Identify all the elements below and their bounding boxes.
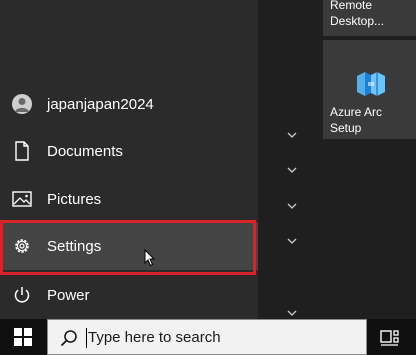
start-menu-left-rail: japanjapan2024 Documents Pictures Settin… <box>0 0 258 319</box>
taskbar: Type here to search <box>0 319 416 355</box>
user-name-label: japanjapan2024 <box>47 95 154 113</box>
gear-icon <box>12 236 32 256</box>
start-power[interactable]: Power <box>0 271 258 319</box>
tile-remote-desktop[interactable]: Remote Desktop... <box>323 0 416 36</box>
start-button[interactable] <box>0 319 46 355</box>
settings-label: Settings <box>47 237 102 255</box>
pictures-label: Pictures <box>47 190 102 208</box>
app-list <box>258 0 323 319</box>
pictures-icon <box>12 189 32 209</box>
chevron-down-icon[interactable] <box>286 202 298 210</box>
power-icon <box>12 285 32 305</box>
search-placeholder: Type here to search <box>88 329 221 346</box>
start-tiles-area: Remote Desktop... Azure Arc Setup <box>323 0 416 319</box>
start-user-account[interactable]: japanjapan2024 <box>0 80 258 128</box>
start-pictures[interactable]: Pictures <box>0 175 258 223</box>
task-view-button[interactable] <box>375 319 405 355</box>
azure-arc-logo-icon <box>357 72 385 96</box>
chevron-down-icon[interactable] <box>286 309 298 317</box>
document-icon <box>12 141 32 161</box>
documents-label: Documents <box>47 142 123 160</box>
taskbar-search-box[interactable]: Type here to search <box>47 319 367 355</box>
tile-azure-arc-setup[interactable]: Azure Arc Setup <box>323 40 416 139</box>
start-settings[interactable]: Settings <box>0 222 258 270</box>
search-icon <box>60 330 77 347</box>
user-avatar-icon <box>12 94 32 114</box>
power-label: Power <box>47 286 90 304</box>
windows-logo-icon <box>14 328 32 346</box>
text-cursor <box>86 328 87 348</box>
chevron-down-icon[interactable] <box>286 166 298 174</box>
tile-remote-desktop-label: Remote Desktop... <box>330 0 385 28</box>
chevron-down-icon[interactable] <box>286 237 298 245</box>
chevron-down-icon[interactable] <box>286 131 298 139</box>
start-documents[interactable]: Documents <box>0 127 258 175</box>
tile-azure-arc-label: Azure Arc Setup <box>330 105 383 135</box>
task-view-icon <box>380 330 399 346</box>
